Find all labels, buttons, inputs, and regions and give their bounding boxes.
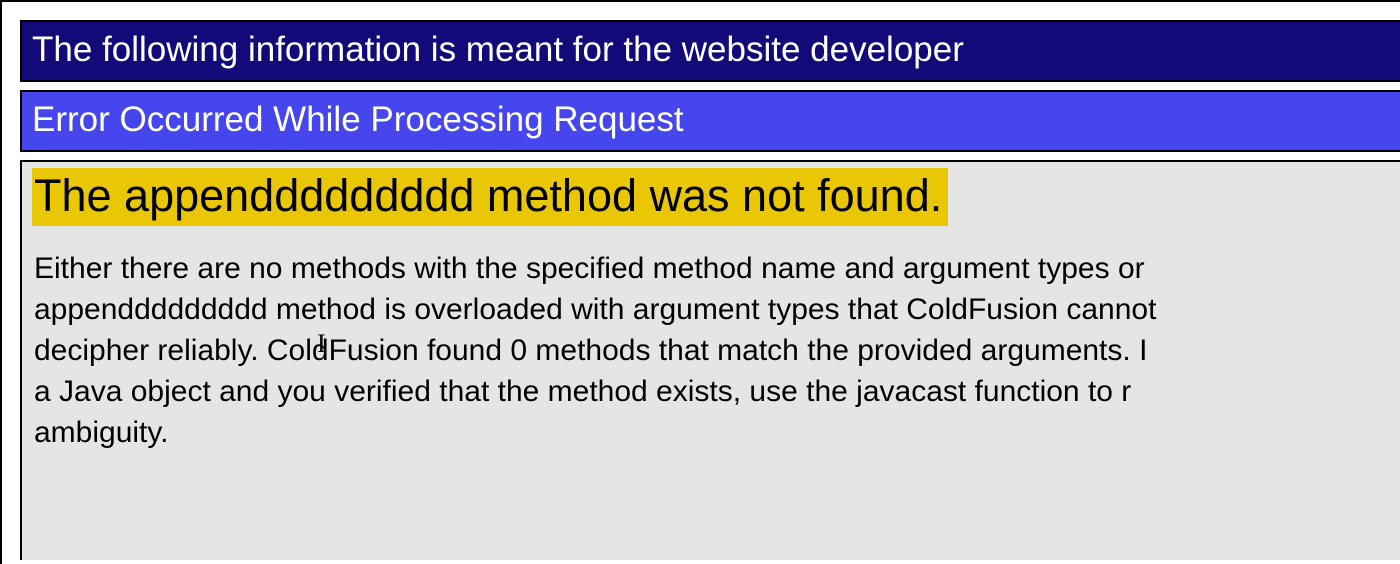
error-description-line: decipher reliably. ColdFusion found 0 me… (34, 330, 1390, 371)
error-description-line: a Java object and you verified that the … (34, 371, 1390, 412)
error-title-banner: Error Occurred While Processing Request (20, 90, 1400, 152)
error-description-line: appenddddddddd method is overloaded with… (34, 289, 1390, 330)
developer-info-banner: The following information is meant for t… (20, 20, 1400, 82)
error-content-panel: The appenddddddddd method was not found.… (20, 160, 1400, 560)
error-description: Either there are no methods with the spe… (32, 248, 1390, 453)
text-cursor-icon: I (317, 329, 326, 359)
error-page-frame: The following information is meant for t… (0, 0, 1400, 564)
error-description-line: ambiguity. (34, 412, 1390, 453)
error-headline: The appenddddddddd method was not found. (32, 168, 948, 226)
error-description-line: Either there are no methods with the spe… (34, 248, 1390, 289)
